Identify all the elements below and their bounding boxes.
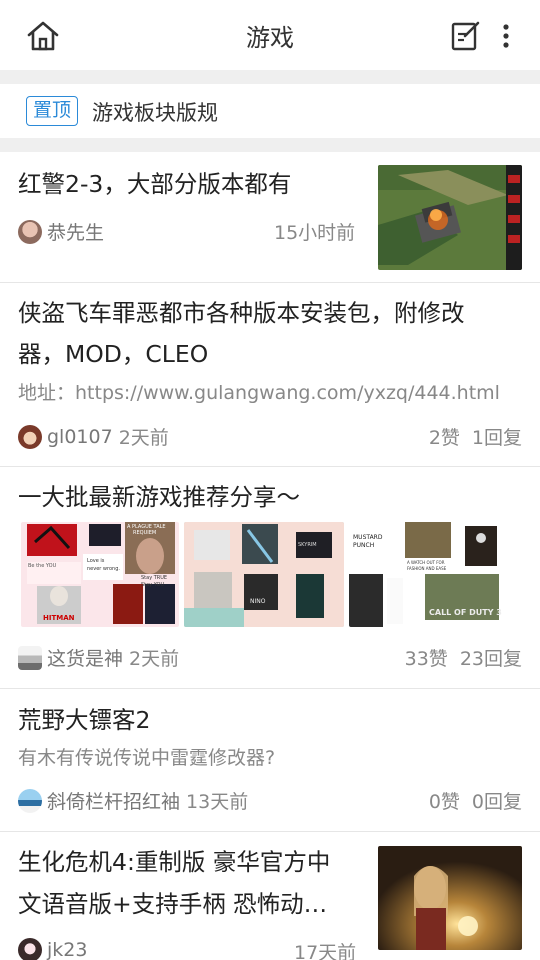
image-caption: PUNCH <box>353 542 375 549</box>
image-caption: Love is <box>87 558 105 564</box>
post-image[interactable]: Be the YOU Love is never wrong. Stay TRU… <box>21 522 179 627</box>
like-count[interactable]: 0赞 <box>429 791 460 813</box>
post-stats: 33赞 23回复 <box>405 644 522 671</box>
pinned-post[interactable]: 置顶 游戏板块版规 <box>0 84 540 138</box>
post-image[interactable]: MUSTARD PUNCH A WATCH OUT FOR FASHION AN… <box>349 522 507 627</box>
avatar[interactable] <box>18 219 42 244</box>
post-title: 一大批最新游戏推荐分享～ <box>18 483 300 511</box>
image-caption: MUSTARD <box>353 534 383 541</box>
section-divider <box>0 138 540 152</box>
post-time: 2天前 <box>118 427 169 449</box>
image-caption: Stay TRUE <box>141 575 168 581</box>
post-title-line1: 侠盗飞车罪恶都市各种版本安装包，附修改 <box>18 299 465 327</box>
post-meta: 恭先生 <box>18 218 104 245</box>
post-thumbnail[interactable] <box>378 165 522 270</box>
post-meta: gl0107 2天前 <box>18 423 169 450</box>
image-caption: REQUIEM <box>133 530 157 536</box>
like-count[interactable]: 2赞 <box>429 427 460 449</box>
section-divider <box>0 70 540 84</box>
like-count[interactable]: 33赞 <box>405 648 448 670</box>
author-name[interactable]: 恭先生 <box>47 218 104 245</box>
post-meta: jk23 <box>18 938 87 960</box>
pinned-title: 游戏板块版规 <box>92 101 218 125</box>
image-caption: Be the YOU <box>28 563 57 569</box>
post-item[interactable]: 荒野大镖客2 有木有传说传说中雷霆修改器? 斜倚栏杆招红袖 13天前 0赞 0回复 <box>0 689 540 832</box>
image-caption: Stay YOU <box>141 582 165 588</box>
post-title-line2: 器，MOD，CLEO <box>18 340 209 368</box>
post-excerpt: 地址：https://www.gulangwang.com/yxzq/444.h… <box>18 382 500 404</box>
avatar[interactable] <box>18 938 42 960</box>
image-caption: HITMAN <box>43 614 75 622</box>
post-thumbnail[interactable] <box>378 846 522 950</box>
image-caption: CALL OF DUTY 3 <box>429 608 502 617</box>
post-stats: 0赞 0回复 <box>429 787 522 814</box>
post-item[interactable]: 红警2-3，大部分版本都有 恭先生 15小时前 <box>0 152 540 283</box>
post-image[interactable]: SKYRIM NINO <box>184 522 344 627</box>
post-time: 17天前 <box>294 942 357 960</box>
post-time: 2天前 <box>129 648 180 670</box>
post-title-line2: 文语音版+支持手柄 恐怖动… <box>18 890 328 918</box>
post-stats: 2赞 1回复 <box>429 423 522 450</box>
reply-count[interactable]: 0回复 <box>472 791 522 813</box>
image-caption: FASHION AND EASE <box>407 566 447 571</box>
avatar[interactable] <box>18 788 42 813</box>
post-item[interactable]: 生化危机4:重制版 豪华官方中 文语音版+支持手柄 恐怖动… jk23 17天前 <box>0 832 540 960</box>
avatar[interactable] <box>18 645 42 670</box>
post-item[interactable]: 侠盗飞车罪恶都市各种版本安装包，附修改 器，MOD，CLEO 地址：https:… <box>0 283 540 467</box>
top-bar: 游戏 <box>0 0 540 70</box>
reply-count[interactable]: 1回复 <box>472 427 522 449</box>
image-caption: SKYRIM <box>298 542 317 548</box>
post-title-line1: 生化危机4:重制版 豪华官方中 <box>18 848 331 876</box>
author-name[interactable]: jk23 <box>47 939 87 960</box>
post-excerpt: 有木有传说传说中雷霆修改器? <box>18 747 276 769</box>
image-caption: NINO <box>250 598 266 605</box>
author-name[interactable]: 斜倚栏杆招红袖 <box>47 787 180 814</box>
more-vertical-icon[interactable] <box>496 22 516 50</box>
author-name[interactable]: gl0107 <box>47 426 113 448</box>
post-title: 红警2-3，大部分版本都有 <box>18 170 292 198</box>
avatar[interactable] <box>18 424 42 449</box>
post-time: 15小时前 <box>274 222 356 244</box>
post-time: 13天前 <box>186 791 249 813</box>
post-title: 荒野大镖客2 <box>18 706 151 734</box>
post-meta: 斜倚栏杆招红袖 13天前 <box>18 787 248 814</box>
author-name[interactable]: 这货是神 <box>47 644 123 671</box>
edit-icon[interactable] <box>451 20 481 52</box>
post-meta: 这货是神 2天前 <box>18 644 179 671</box>
pinned-badge: 置顶 <box>26 96 79 126</box>
image-caption: never wrong. <box>87 566 120 572</box>
reply-count[interactable]: 23回复 <box>460 648 522 670</box>
image-caption: A WATCH OUT FOR <box>407 560 445 565</box>
post-item[interactable]: 一大批最新游戏推荐分享～ Be the YOU Love is never wr… <box>0 467 540 689</box>
